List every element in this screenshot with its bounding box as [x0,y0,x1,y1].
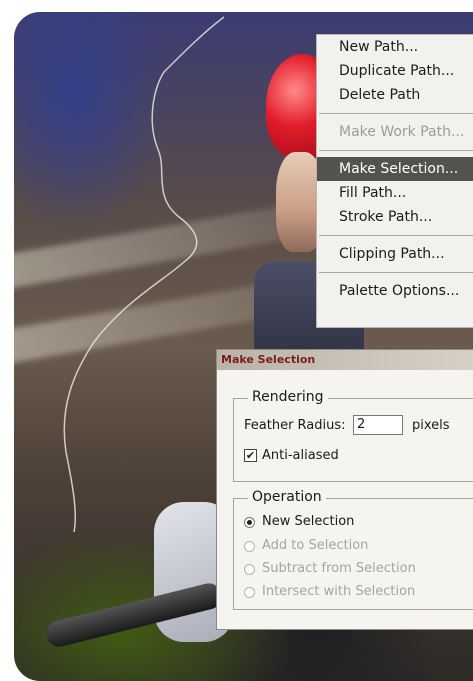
menu-separator [319,113,473,114]
rendering-group: Rendering Feather Radius: 2 pixels ✔ Ant… [233,389,473,482]
menu-separator [319,272,473,273]
radio-add-to-selection [244,541,255,552]
menu-item-delete-path[interactable]: Delete Path [317,83,473,107]
operation-group: Operation New Selection Add to Selection… [233,489,473,610]
menu-item-palette-options[interactable]: Palette Options... [317,279,473,303]
radio-label-add-to-selection: Add to Selection [262,538,369,553]
feather-unit-label: pixels [412,418,450,433]
radio-label-subtract-from-selection: Subtract from Selection [262,561,416,576]
radio-intersect-with-selection [244,587,255,598]
checkmark-icon: ✔ [245,449,256,462]
radio-label-new-selection[interactable]: New Selection [262,514,354,529]
radio-new-selection[interactable] [244,517,255,528]
menu-item-new-path[interactable]: New Path... [317,35,473,59]
feather-radius-input[interactable]: 2 [353,415,403,435]
antialiased-checkbox[interactable]: ✔ [244,449,257,462]
menu-item-fill-path[interactable]: Fill Path... [317,181,473,205]
menu-separator [319,235,473,236]
menu-item-duplicate-path[interactable]: Duplicate Path... [317,59,473,83]
radio-label-intersect-with-selection: Intersect with Selection [262,584,416,599]
dialog-title[interactable]: Make Selection [217,350,473,370]
menu-item-stroke-path[interactable]: Stroke Path... [317,205,473,229]
menu-item-make-work-path: Make Work Path... [339,124,465,140]
rendering-legend: Rendering [248,389,328,405]
menu-item-clipping-path[interactable]: Clipping Path... [317,242,473,266]
menu-separator [319,150,473,151]
paths-context-menu: New Path... Duplicate Path... Delete Pat… [316,34,473,328]
make-selection-dialog: Make Selection Rendering Feather Radius:… [216,349,473,630]
feather-radius-label: Feather Radius: [244,418,346,433]
radio-subtract-from-selection [244,564,255,575]
operation-legend: Operation [248,489,326,505]
menu-item-make-selection[interactable]: Make Selection... [317,157,473,181]
antialiased-label[interactable]: Anti-aliased [262,448,339,463]
